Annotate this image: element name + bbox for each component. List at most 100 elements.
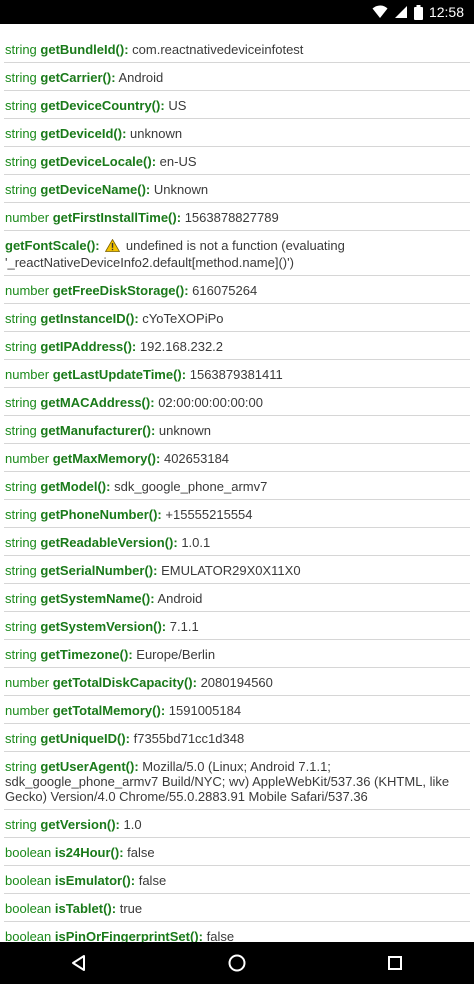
method-value: 1563878827789 — [184, 210, 279, 225]
home-icon[interactable] — [207, 942, 267, 984]
status-time: 12:58 — [428, 4, 464, 20]
return-type-label: string — [5, 591, 37, 606]
method-name: getVersion() — [40, 817, 116, 832]
return-type-label: string — [5, 182, 37, 197]
return-type-label: string — [5, 395, 37, 410]
list-item: number getFreeDiskStorage(): 616075264 — [4, 276, 470, 304]
list-item: number getFirstInstallTime(): 1563878827… — [4, 203, 470, 231]
method-value: false — [127, 845, 155, 860]
method-value: 192.168.232.2 — [139, 339, 224, 354]
return-type-label: string — [5, 42, 37, 57]
return-type-label: string — [5, 535, 37, 550]
separator: : — [156, 451, 161, 466]
list-item: number getLastUpdateTime(): 156387938141… — [4, 360, 470, 388]
return-type-label: string — [5, 507, 37, 522]
list-item: string getMACAddress(): 02:00:00:00:00:0… — [4, 388, 470, 416]
return-type-label: boolean — [5, 845, 52, 860]
method-name: getIPAddress() — [40, 339, 132, 354]
separator: : — [161, 619, 167, 634]
list-item: string getVersion(): 1.0 — [4, 810, 470, 838]
list-item: boolean is24Hour(): false — [4, 838, 470, 866]
list-item: string getDeviceName(): Unknown — [4, 175, 470, 203]
list-item: number getTotalDiskCapacity(): 208019456… — [4, 668, 470, 696]
method-value: EMULATOR29X0X11X0 — [161, 563, 301, 578]
separator: : — [124, 42, 129, 57]
return-type-label: string — [5, 563, 37, 578]
return-type-label: string — [5, 70, 37, 85]
method-value: cYoTeXOPiPo — [142, 311, 224, 326]
separator: : — [151, 154, 157, 169]
separator: : — [111, 901, 117, 916]
method-value: true — [119, 901, 143, 916]
list-item: string getCarrier(): Android — [4, 63, 470, 91]
method-name: getSystemName() — [40, 591, 151, 606]
list-item: string getModel(): sdk_google_phone_armv… — [4, 472, 470, 500]
list-item: string getInstanceID(): cYoTeXOPiPo — [4, 304, 470, 332]
return-type-label: string — [5, 98, 37, 113]
separator: : — [131, 339, 137, 354]
list-item: string getDeviceId(): unknown — [4, 119, 470, 147]
method-value: Android — [118, 70, 164, 85]
return-type-label: boolean — [5, 929, 52, 942]
navigation-bar — [0, 942, 474, 984]
return-type-label: string — [5, 339, 37, 354]
separator: : — [122, 126, 127, 141]
list-item: boolean isPinOrFingerprintSet(): false — [4, 922, 470, 942]
separator: : — [173, 535, 178, 550]
method-value: 1.0 — [123, 817, 142, 832]
method-value: 1563879381411 — [189, 367, 283, 382]
list-item: string getPhoneNumber(): +15555215554 — [4, 500, 470, 528]
return-type-label: string — [5, 817, 37, 832]
return-type-label: string — [5, 619, 37, 634]
separator: : — [128, 647, 133, 662]
list-item: string getSystemVersion(): 7.1.1 — [4, 612, 470, 640]
return-type-label: number — [5, 210, 50, 225]
separator: : — [115, 817, 120, 832]
list-item: getFontScale(): undefined is not a funct… — [4, 231, 470, 276]
return-type-label: string — [5, 311, 37, 326]
method-value: sdk_google_phone_armv7 — [114, 479, 268, 494]
separator: : — [160, 98, 165, 113]
separator: : — [95, 238, 100, 253]
method-value: false — [206, 929, 235, 942]
method-name: getTimezone() — [40, 647, 129, 662]
return-type-label: number — [5, 703, 50, 718]
back-icon[interactable] — [49, 942, 109, 984]
method-value: US — [168, 98, 187, 113]
separator: : — [130, 873, 136, 888]
method-value: com.reactnativedeviceinfotest — [132, 42, 304, 57]
method-name: isPinOrFingerprintSet() — [54, 929, 199, 942]
return-type-label: string — [5, 479, 37, 494]
recents-icon[interactable] — [365, 942, 425, 984]
method-value: 402653184 — [163, 451, 230, 466]
method-value: +15555215554 — [165, 507, 253, 522]
method-value: unknown — [158, 423, 211, 438]
list-item: string getIPAddress(): 192.168.232.2 — [4, 332, 470, 360]
separator: : — [125, 731, 130, 746]
list-item: number getMaxMemory(): 402653184 — [4, 444, 470, 472]
method-name: getDeviceLocale() — [40, 154, 152, 169]
list-item: boolean isTablet(): true — [4, 894, 470, 922]
return-type-label: boolean — [5, 901, 52, 916]
return-type-label: number — [5, 367, 50, 382]
method-value: 02:00:00:00:00:00 — [158, 395, 264, 410]
method-name: getUniqueID() — [40, 731, 126, 746]
method-name: getMaxMemory() — [52, 451, 156, 466]
list-item: string getUserAgent(): Mozilla/5.0 (Linu… — [4, 752, 470, 810]
method-name: getReadableVersion() — [40, 535, 174, 550]
method-name: isTablet() — [54, 901, 112, 916]
separator: : — [157, 507, 162, 522]
method-name: getSerialNumber() — [40, 563, 154, 578]
return-type-label: string — [5, 126, 37, 141]
method-name: getManufacturer() — [40, 423, 151, 438]
list-item: number getTotalMemory(): 1591005184 — [4, 696, 470, 724]
method-name: getLastUpdateTime() — [52, 367, 182, 382]
list-item: string getSerialNumber(): EMULATOR29X0X1… — [4, 556, 470, 584]
signal-icon — [394, 5, 408, 19]
method-name: getUserAgent() — [40, 759, 135, 774]
device-info-list[interactable]: string getBundleId(): com.reactnativedev… — [0, 24, 474, 942]
method-name: getBundleId() — [40, 42, 125, 57]
method-value: 1591005184 — [168, 703, 242, 718]
separator: : — [153, 563, 158, 578]
list-item: string getSystemName(): Android — [4, 584, 470, 612]
